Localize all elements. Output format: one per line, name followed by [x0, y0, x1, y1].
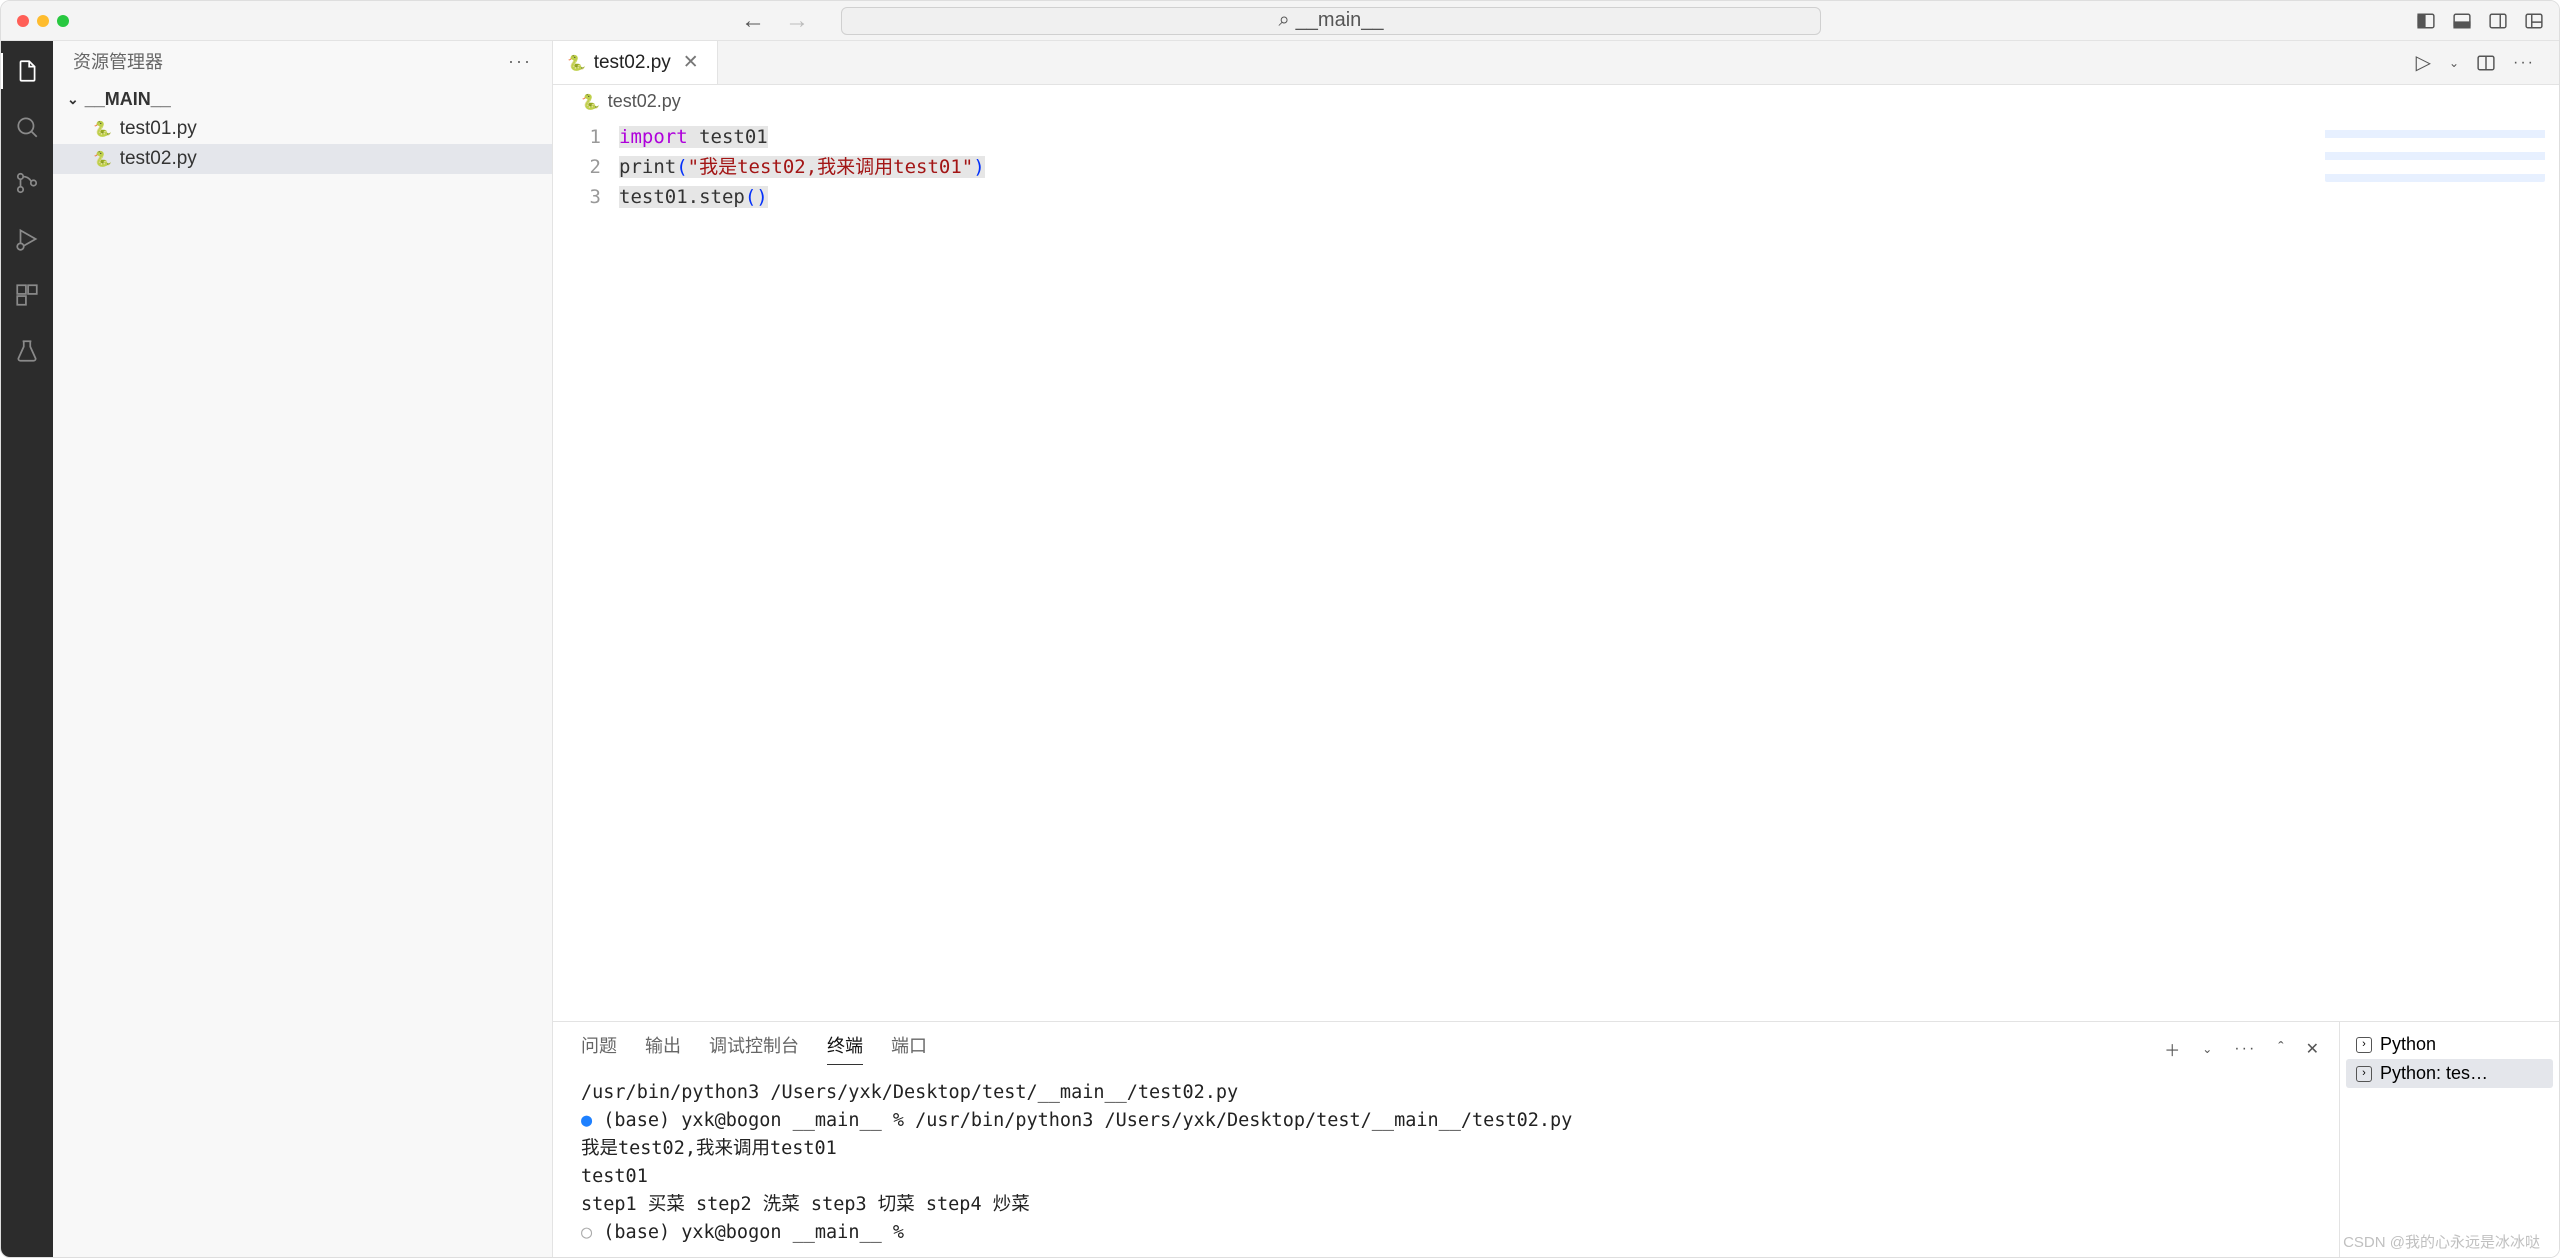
run-file-icon[interactable]: ▷	[2416, 50, 2431, 75]
editor-area: 🐍 test02.py ✕ ▷ ⌄ ··· 🐍 test02.py 123 im…	[553, 41, 2559, 1257]
code-content: import test01 print("我是test02,我来调用test01…	[619, 118, 985, 1021]
editor-tabs: 🐍 test02.py ✕ ▷ ⌄ ···	[553, 41, 2559, 85]
run-debug-icon[interactable]	[13, 225, 41, 253]
terminal-output[interactable]: /usr/bin/python3 /Users/yxk/Desktop/test…	[553, 1065, 2339, 1257]
panel-tab-ports[interactable]: 端口	[891, 1032, 927, 1065]
tab-label: test02.py	[594, 52, 671, 74]
search-text: __main__	[1296, 9, 1384, 32]
explorer-sidebar: 资源管理器 ··· ⌄ __MAIN__ 🐍 test01.py 🐍 test0…	[53, 41, 553, 1257]
terminal-entry[interactable]: › Python	[2346, 1030, 2553, 1059]
panel-close-icon[interactable]: ✕	[2306, 1039, 2319, 1059]
editor-tab[interactable]: 🐍 test02.py ✕	[553, 41, 718, 84]
terminal-box-icon: ›	[2356, 1066, 2372, 1082]
minimize-window-icon[interactable]	[37, 15, 49, 27]
file-item[interactable]: 🐍 test01.py	[53, 114, 552, 144]
line-gutter: 123	[553, 118, 619, 1021]
new-terminal-icon[interactable]: ＋	[2164, 1037, 2180, 1061]
explorer-icon[interactable]	[13, 57, 41, 85]
customize-layout-icon[interactable]	[2525, 12, 2543, 30]
window-controls	[17, 15, 69, 27]
file-item[interactable]: 🐍 test02.py	[53, 144, 552, 174]
breadcrumb-file: test02.py	[608, 91, 681, 112]
titlebar: ← → ⌕ __main__	[1, 1, 2559, 41]
split-editor-icon[interactable]	[2477, 54, 2495, 72]
panel-tab-problems[interactable]: 问题	[581, 1032, 617, 1065]
testing-icon[interactable]	[13, 337, 41, 365]
python-file-icon: 🐍	[567, 54, 586, 72]
search-icon[interactable]	[13, 113, 41, 141]
python-file-icon: 🐍	[93, 120, 112, 138]
panel-tabs: 问题 输出 调试控制台 终端 端口	[553, 1022, 955, 1065]
close-window-icon[interactable]	[17, 15, 29, 27]
panel-maximize-icon[interactable]: ˆ	[2278, 1040, 2283, 1058]
panel-tab-debug-console[interactable]: 调试控制台	[709, 1032, 799, 1065]
layout-toggle-panel-icon[interactable]	[2453, 12, 2471, 30]
terminal-box-icon: ›	[2356, 1037, 2372, 1053]
file-name: test01.py	[120, 118, 197, 140]
command-center-search[interactable]: ⌕ __main__	[841, 7, 1821, 35]
tab-close-icon[interactable]: ✕	[679, 51, 703, 74]
terminal-list: › Python › Python: tes…	[2339, 1022, 2559, 1257]
search-icon: ⌕	[1278, 9, 1289, 32]
explorer-more-icon[interactable]: ···	[508, 51, 532, 72]
panel-tab-terminal[interactable]: 终端	[827, 1032, 863, 1065]
python-file-icon: 🐍	[581, 93, 600, 111]
nav-back-icon[interactable]: ←	[741, 9, 765, 33]
workspace-folder[interactable]: ⌄ __MAIN__	[53, 85, 552, 114]
watermark: CSDN @我的心永远是冰冰哒	[2343, 1231, 2540, 1252]
code-editor[interactable]: 123 import test01 print("我是test02,我来调用te…	[553, 118, 2559, 1021]
run-dropdown-icon[interactable]: ⌄	[2449, 56, 2459, 70]
terminal-entry-label: Python	[2380, 1034, 2436, 1055]
editor-more-icon[interactable]: ···	[2513, 54, 2535, 72]
source-control-icon[interactable]	[13, 169, 41, 197]
python-file-icon: 🐍	[93, 150, 112, 168]
file-name: test02.py	[120, 148, 197, 170]
layout-toggle-primary-icon[interactable]	[2417, 12, 2435, 30]
explorer-title: 资源管理器	[73, 48, 163, 74]
bottom-panel: 问题 输出 调试控制台 终端 端口 ＋ ⌄ ··· ˆ ✕	[553, 1021, 2559, 1257]
panel-more-icon[interactable]: ···	[2234, 1040, 2256, 1058]
panel-tab-output[interactable]: 输出	[645, 1032, 681, 1065]
activity-bar	[1, 41, 53, 1257]
terminal-entry-label: Python: tes…	[2380, 1063, 2488, 1084]
extensions-icon[interactable]	[13, 281, 41, 309]
terminal-dropdown-icon[interactable]: ⌄	[2202, 1042, 2212, 1056]
terminal-entry[interactable]: › Python: tes…	[2346, 1059, 2553, 1088]
maximize-window-icon[interactable]	[57, 15, 69, 27]
breadcrumb[interactable]: 🐍 test02.py	[553, 85, 2559, 118]
chevron-down-icon: ⌄	[67, 91, 79, 108]
minimap[interactable]	[2325, 122, 2545, 182]
layout-toggle-secondary-icon[interactable]	[2489, 12, 2507, 30]
nav-forward-icon[interactable]: →	[785, 9, 809, 33]
folder-name: __MAIN__	[85, 89, 171, 110]
